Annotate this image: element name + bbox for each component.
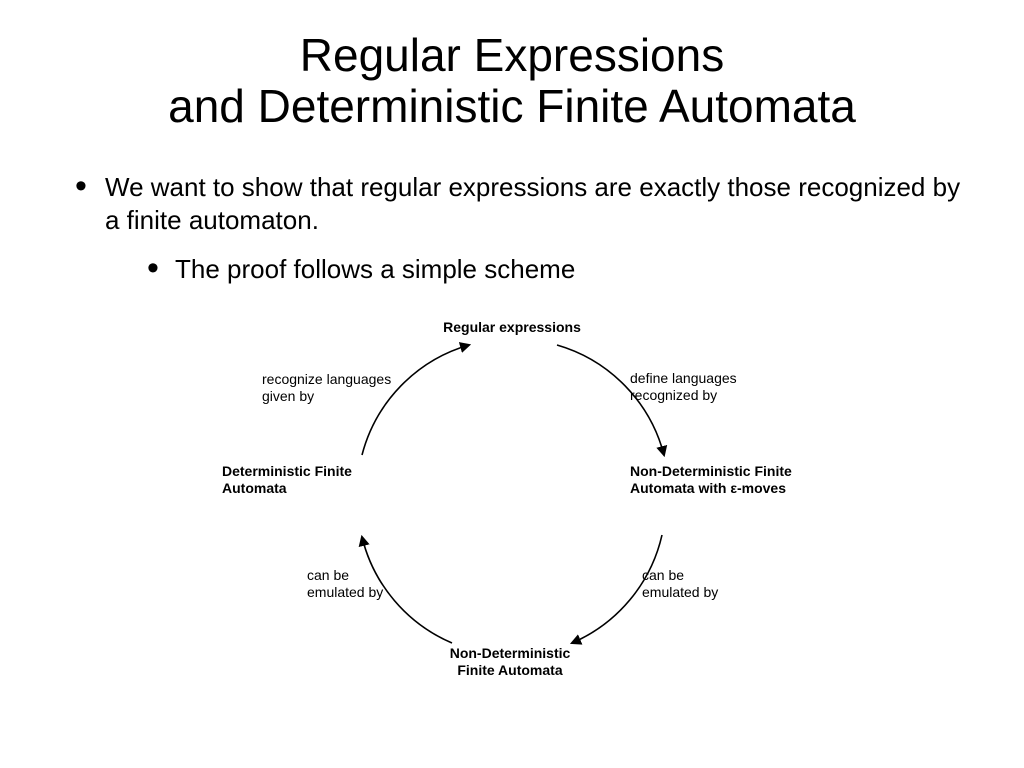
edge-re-to-nfae: define languages recognized by <box>630 370 760 404</box>
slide: Regular Expressions and Deterministic Fi… <box>0 0 1024 768</box>
bullet-text-2: The proof follows a simple scheme <box>175 254 575 284</box>
edge-dfa-to-re: recognize languages given by <box>262 371 407 405</box>
node-nfa-epsilon: Non-Deterministic Finite Automata with ε… <box>630 463 850 497</box>
edge-nfae-to-nfa: can be emulated by <box>642 567 742 601</box>
edge-nfa-to-dfa: can be emulated by <box>307 567 407 601</box>
proof-cycle-diagram: Regular expressions Non-Deterministic Fi… <box>212 305 812 705</box>
bullet-text-1: We want to show that regular expressions… <box>105 172 960 235</box>
slide-title: Regular Expressions and Deterministic Fi… <box>40 30 984 131</box>
node-regular-expressions: Regular expressions <box>432 319 592 336</box>
title-line-1: Regular Expressions <box>300 29 724 81</box>
node-dfa: Deterministic Finite Automata <box>222 463 367 497</box>
bullet-item-2: The proof follows a simple scheme <box>147 254 979 285</box>
bullet-item-1: We want to show that regular expressions… <box>75 171 979 285</box>
bullet-list: We want to show that regular expressions… <box>40 171 984 285</box>
sub-bullet-list: The proof follows a simple scheme <box>105 254 979 285</box>
node-nfa: Non-Deterministic Finite Automata <box>430 645 590 679</box>
title-line-2: and Deterministic Finite Automata <box>168 80 856 132</box>
